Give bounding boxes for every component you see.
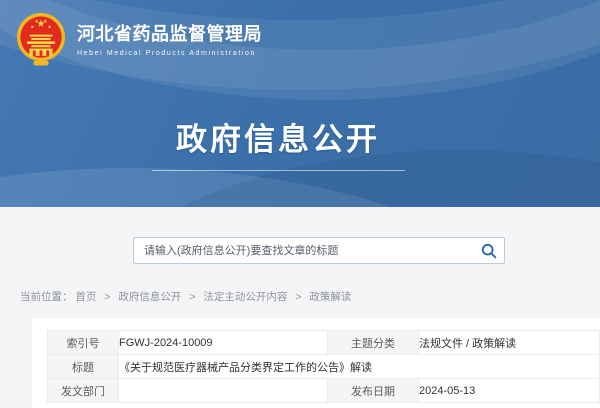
title-value: 《关于规范医疗器械产品分类界定工作的公告》解读 xyxy=(119,355,600,379)
category-label: 主题分类 xyxy=(328,331,419,355)
content-area: 当前位置： 首页 > 政府信息公开 > 法定主动公开内容 > 政策解读 索引号 … xyxy=(0,207,600,400)
department-label: 发文部门 xyxy=(48,379,119,403)
site-name-en: Hebei Medical Products Administration xyxy=(77,50,262,57)
department-value xyxy=(119,379,328,403)
breadcrumb-separator: > xyxy=(189,291,195,303)
category-value: 法规文件 / 政策解读 xyxy=(419,331,600,355)
site-logo-link[interactable]: 河北省药品监督管理局 Hebei Medical Products Admini… xyxy=(16,11,262,67)
title-label: 标题 xyxy=(48,355,119,379)
wave-decoration xyxy=(0,168,580,207)
document-meta-card: 索引号 FGWJ-2024-10009 主题分类 法规文件 / 政策解读 标题 … xyxy=(32,318,600,408)
search-box xyxy=(133,237,505,264)
document-meta-table: 索引号 FGWJ-2024-10009 主题分类 法规文件 / 政策解读 标题 … xyxy=(47,330,600,403)
breadcrumb-separator: > xyxy=(104,291,110,303)
publish-date-value: 2024-05-13 xyxy=(419,379,600,403)
table-row: 索引号 FGWJ-2024-10009 主题分类 法规文件 / 政策解读 xyxy=(48,331,600,355)
breadcrumb-item-home[interactable]: 首页 xyxy=(75,291,96,303)
banner-title-block: 政府信息公开 xyxy=(0,114,556,171)
table-row: 发文部门 发布日期 2024-05-13 xyxy=(48,379,600,403)
hero-banner: 河北省药品监督管理局 Hebei Medical Products Admini… xyxy=(0,0,600,207)
search-input[interactable] xyxy=(134,238,474,263)
table-row: 标题 《关于规范医疗器械产品分类界定工作的公告》解读 xyxy=(48,355,600,379)
breadcrumb-item-info-disclosure[interactable]: 政府信息公开 xyxy=(118,291,181,303)
search-icon xyxy=(481,243,497,259)
breadcrumb-item-statutory-disclosure[interactable]: 法定主动公开内容 xyxy=(203,291,287,303)
breadcrumb-separator: > xyxy=(295,291,301,303)
breadcrumb: 当前位置： 首页 > 政府信息公开 > 法定主动公开内容 > 政策解读 xyxy=(20,289,351,304)
breadcrumb-item-policy-interpretation: 政策解读 xyxy=(309,291,351,303)
publish-date-label: 发布日期 xyxy=(328,379,419,403)
title-underline xyxy=(152,170,405,171)
index-number-label: 索引号 xyxy=(48,331,119,355)
site-name-cn: 河北省药品监督管理局 xyxy=(77,22,262,46)
index-number-value: FGWJ-2024-10009 xyxy=(119,331,328,355)
search-button[interactable] xyxy=(474,238,504,263)
breadcrumb-prefix: 当前位置： xyxy=(20,291,73,303)
national-emblem-icon xyxy=(16,11,66,67)
page-title: 政府信息公开 xyxy=(176,114,380,159)
